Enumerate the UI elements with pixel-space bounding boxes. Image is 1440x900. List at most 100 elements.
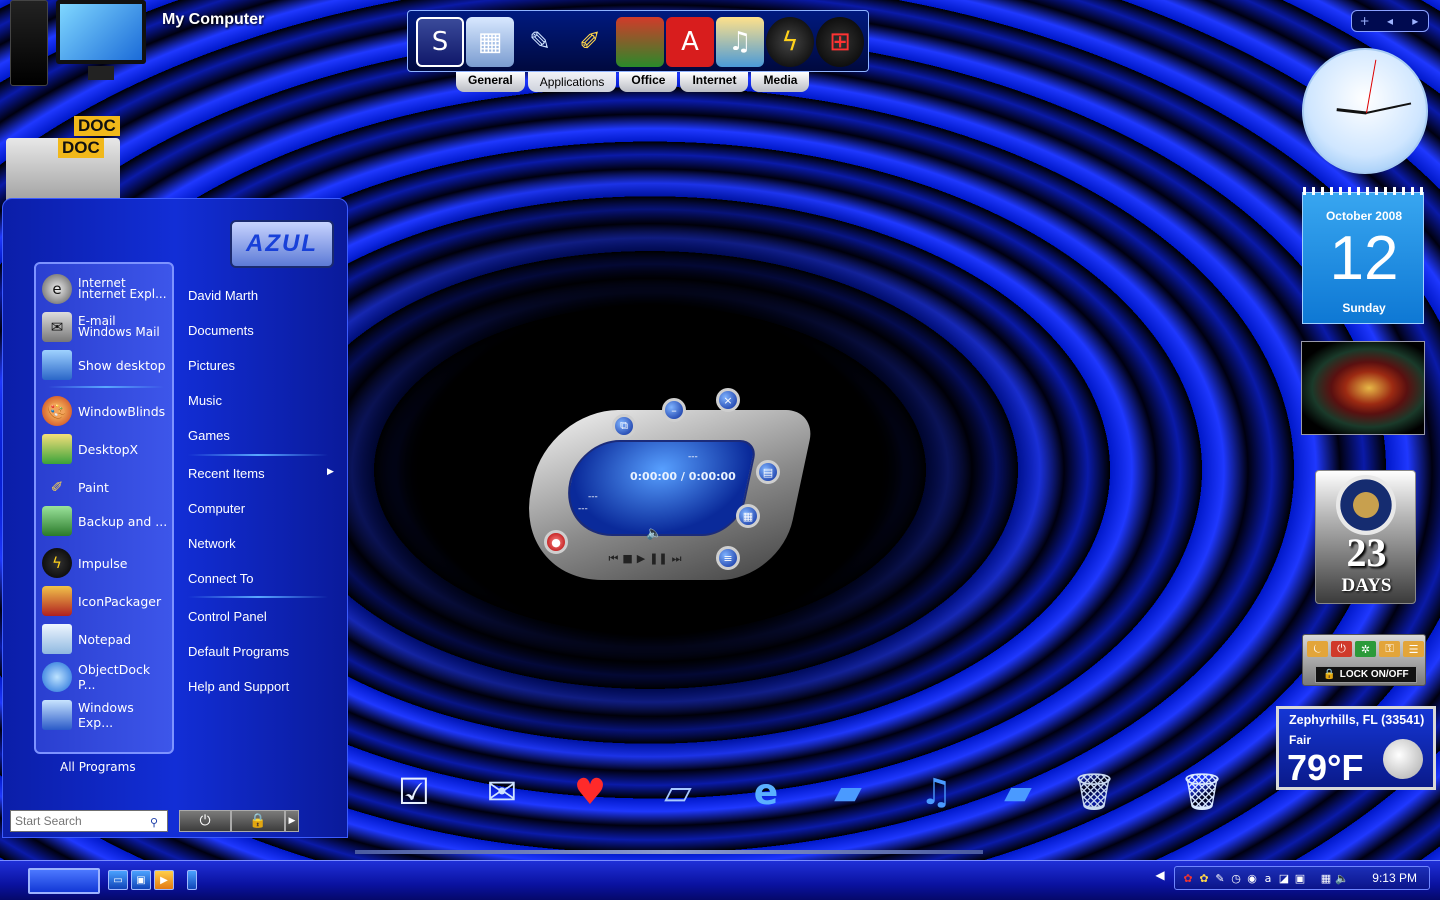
player-record-button[interactable]: ● bbox=[544, 530, 568, 554]
previous-icon[interactable]: ⏮ bbox=[608, 552, 618, 570]
windows-icon[interactable]: ⊞ bbox=[816, 17, 864, 67]
start-item-objectdock[interactable]: ObjectDock P... bbox=[42, 660, 170, 694]
player-mini-button[interactable]: ⧉ bbox=[612, 414, 636, 438]
weather-gadget[interactable]: Zephyrhills, FL (33541) Fair 79°F bbox=[1276, 706, 1436, 790]
quicklaunch-media-player-icon[interactable]: ▶ bbox=[154, 870, 174, 890]
scanner-icon[interactable]: ▱ bbox=[648, 764, 708, 820]
key-icon[interactable]: ⚿ bbox=[1379, 641, 1400, 657]
start-item-iconpackager[interactable]: IconPackager bbox=[42, 584, 170, 618]
mail-icon[interactable]: ✉ bbox=[472, 764, 532, 820]
recycle-bin-empty-icon[interactable]: 🗑 bbox=[1064, 764, 1124, 820]
countdown-gadget[interactable]: 23 DAYS bbox=[1315, 470, 1416, 604]
internet-explorer-icon[interactable]: e bbox=[736, 764, 796, 820]
sleep-icon[interactable]: ⏾ bbox=[1307, 641, 1328, 657]
tray-app-icon[interactable]: ✿ bbox=[1181, 871, 1195, 885]
books-icon[interactable] bbox=[616, 17, 664, 67]
start-link-help-support[interactable]: Help and Support bbox=[188, 679, 289, 694]
tray-app-icon[interactable]: ◪ bbox=[1277, 871, 1291, 885]
start-link-computer[interactable]: Computer bbox=[188, 501, 245, 516]
start-item-show-desktop[interactable]: Show desktop bbox=[42, 348, 170, 382]
documents-desktop-icon[interactable]: DOC DOC bbox=[6, 108, 124, 208]
start-link-documents[interactable]: Documents bbox=[188, 323, 254, 338]
taskbar-handle[interactable] bbox=[187, 870, 197, 890]
tab-media[interactable]: Media bbox=[751, 72, 810, 92]
start-button[interactable] bbox=[28, 868, 100, 894]
documents-folder-icon[interactable]: ▰ bbox=[988, 764, 1048, 820]
calculator-icon[interactable]: ▦ bbox=[466, 17, 514, 67]
start-link-music[interactable]: Music bbox=[188, 393, 222, 408]
tray-app-icon[interactable]: a bbox=[1261, 871, 1275, 885]
start-link-games[interactable]: Games bbox=[188, 428, 230, 443]
player-equalizer-button[interactable]: ≡ bbox=[716, 546, 740, 570]
network-icon[interactable]: ▦ bbox=[1319, 871, 1333, 885]
start-item-desktopx[interactable]: DesktopX bbox=[42, 432, 170, 466]
player-close-button[interactable]: × bbox=[716, 388, 740, 412]
start-link-network[interactable]: Network bbox=[188, 536, 236, 551]
recycle-bin-full-icon[interactable]: 🗑 bbox=[1172, 764, 1232, 820]
player-library-button[interactable]: ▦ bbox=[736, 504, 760, 528]
tray-tool-icon[interactable]: ✎ bbox=[1213, 871, 1227, 885]
tab-applications[interactable]: Applications bbox=[527, 72, 617, 92]
tray-app-icon[interactable]: ◷ bbox=[1229, 871, 1243, 885]
tray-clock[interactable]: 9:13 PM bbox=[1372, 871, 1417, 885]
restart-icon[interactable]: ✲ bbox=[1355, 641, 1376, 657]
tray-app-icon[interactable]: ✿ bbox=[1197, 871, 1211, 885]
clock-gadget[interactable] bbox=[1302, 48, 1428, 174]
media-icon[interactable]: ♫ bbox=[716, 17, 764, 67]
music-folder-icon[interactable]: ♫ bbox=[906, 764, 966, 820]
start-link-control-panel[interactable]: Control Panel bbox=[188, 609, 267, 624]
add-desktop-button[interactable]: + bbox=[1352, 14, 1377, 28]
play-icon[interactable]: ▶ bbox=[637, 552, 645, 570]
power-button[interactable]: ⏻ bbox=[179, 810, 231, 832]
slideshow-gadget[interactable] bbox=[1301, 341, 1425, 435]
start-link-pictures[interactable]: Pictures bbox=[188, 358, 235, 373]
prev-desktop-button[interactable]: ◂ bbox=[1377, 14, 1402, 28]
calendar-gadget[interactable]: October 2008 12 Sunday bbox=[1302, 187, 1425, 324]
start-item-windows-explorer[interactable]: Windows Exp... bbox=[42, 698, 170, 732]
tasks-icon[interactable]: ☑ bbox=[384, 764, 444, 820]
weather-temperature: 79°F bbox=[1287, 747, 1364, 788]
logoff-icon[interactable]: ☰ bbox=[1403, 641, 1424, 657]
start-link-user[interactable]: David Marth bbox=[188, 288, 258, 303]
my-computer-desktop-icon[interactable]: My Computer bbox=[4, 0, 264, 90]
volume-icon[interactable]: 🔈 bbox=[646, 526, 662, 541]
start-item-windowblinds[interactable]: 🎨 WindowBlinds bbox=[42, 394, 170, 428]
player-playlist-button[interactable]: ▤ bbox=[756, 460, 780, 484]
pause-icon[interactable]: ❚❚ bbox=[649, 552, 667, 570]
paint-icon[interactable]: ✐ bbox=[566, 17, 614, 67]
next-desktop-button[interactable]: ▸ bbox=[1403, 14, 1428, 28]
start-link-default-programs[interactable]: Default Programs bbox=[188, 644, 289, 659]
start-link-connect-to[interactable]: Connect To bbox=[188, 571, 254, 586]
start-item-backup[interactable]: Backup and ... bbox=[42, 504, 170, 538]
lock-button[interactable]: 🔒 bbox=[231, 810, 285, 832]
tray-app-icon[interactable]: ▣ bbox=[1293, 871, 1307, 885]
stop-icon[interactable]: ■ bbox=[622, 552, 632, 570]
show-hidden-icons-button[interactable]: ◀ bbox=[1150, 868, 1170, 888]
acrobat-icon[interactable]: A bbox=[666, 17, 714, 67]
tools-icon[interactable]: ✎ bbox=[516, 17, 564, 67]
quicklaunch-switch-windows-icon[interactable]: ▣ bbox=[131, 870, 151, 890]
start-item-paint[interactable]: ✐ Paint bbox=[42, 470, 170, 504]
next-icon[interactable]: ⏭ bbox=[672, 552, 682, 570]
tab-general[interactable]: General bbox=[456, 72, 525, 92]
lock-toggle-button[interactable]: 🔒 LOCK ON/OFF bbox=[1315, 666, 1417, 683]
favorites-folder-icon[interactable]: ♥ bbox=[560, 764, 620, 820]
start-item-windows-mail[interactable]: ✉ E-mail Windows Mail bbox=[42, 310, 170, 344]
shutdown-icon[interactable]: ⏻ bbox=[1331, 641, 1352, 657]
start-item-impulse[interactable]: ϟ Impulse bbox=[42, 546, 170, 580]
impulse-icon[interactable]: ϟ bbox=[766, 17, 814, 67]
tab-office[interactable]: Office bbox=[619, 72, 678, 92]
player-minimize-button[interactable]: – bbox=[662, 398, 686, 422]
open-folder-icon[interactable]: ▰ bbox=[818, 764, 878, 820]
start-item-notepad[interactable]: Notepad bbox=[42, 622, 170, 656]
quicklaunch-desktop-icon[interactable]: ▭ bbox=[108, 870, 128, 890]
start-link-recent-items[interactable]: Recent Items bbox=[188, 466, 265, 481]
tray-app-icon[interactable]: ◉ bbox=[1245, 871, 1259, 885]
start-item-internet-explorer[interactable]: e Internet Internet Expl... bbox=[42, 272, 170, 306]
volume-icon[interactable]: 🔈 bbox=[1335, 871, 1349, 885]
all-programs-button[interactable]: All Programs bbox=[60, 760, 136, 774]
start-search-input[interactable] bbox=[10, 810, 168, 832]
stardock-icon[interactable]: S bbox=[416, 17, 464, 67]
shutdown-options-button[interactable]: ▶ bbox=[285, 810, 299, 832]
tab-internet[interactable]: Internet bbox=[680, 72, 749, 92]
